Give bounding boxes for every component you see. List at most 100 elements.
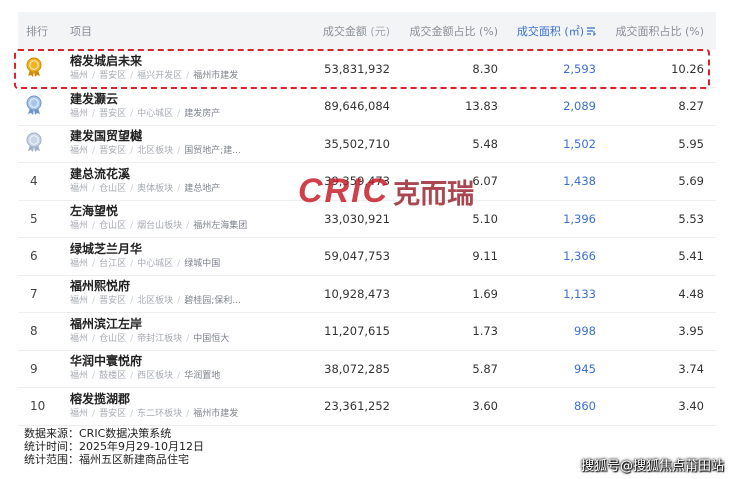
area-cell: 1,502 — [563, 136, 596, 151]
project-name[interactable]: 建发国贸望樾 — [70, 129, 286, 144]
header-area-share[interactable]: 成交面积占比 (%) — [608, 12, 716, 50]
table-row[interactable]: 建发灏云 福州 / 晋安区 / 中心城区 / 建发房产 89,646,084 13.83 2,089… — [18, 88, 716, 126]
amount-cell: 10,928,473 — [324, 286, 390, 301]
project-tags: 福州 / 台江区 / 中心城区 / 绿城中国 — [70, 258, 221, 269]
rank-cell: 7 — [18, 275, 64, 313]
rank-number: 10 — [30, 399, 46, 414]
tag-zone: 西区板块 — [137, 371, 174, 382]
header-amount-share[interactable]: 成交金额占比 (%) — [402, 12, 510, 50]
rank-cell: 9 — [18, 350, 64, 388]
header-area-label: 成交面积 (㎡) — [516, 25, 584, 38]
tag-city: 福州 — [70, 258, 89, 269]
tag-district: 晋安区 — [99, 296, 127, 307]
area-share-cell: 8.27 — [678, 99, 704, 114]
project-tags: 福州 / 晋安区 / 福兴开发区 / 福州市建发 — [70, 71, 239, 81]
tag-developer: 国贸地产;建... — [184, 146, 241, 157]
header-amount-unit: (元) — [370, 25, 390, 38]
tag-city: 福州 — [70, 371, 89, 382]
table-row[interactable]: 9 华润中寰悦府 福州 / 鼓楼区 / 西区板块 / 华润置地 38,072,285 5.87 945… — [18, 350, 716, 388]
tag-district: 晋安区 — [99, 71, 127, 81]
project-cell: 福州熙悦府 福州 / 晋安区 / 北区板块 / 碧桂园;保利... — [64, 275, 286, 313]
tag-zone: 中心城区 — [137, 258, 174, 269]
project-tags: 福州 / 晋安区 / 东二环板块 / 福州市建发 — [70, 408, 239, 419]
tag-developer: 福州左海集团 — [193, 221, 248, 232]
tag-district: 晋安区 — [99, 408, 127, 419]
tag-city: 福州 — [70, 108, 89, 119]
project-name[interactable]: 华润中寰悦府 — [70, 354, 286, 369]
area-share-cell: 5.53 — [678, 211, 704, 226]
amount-share-cell: 8.30 — [472, 61, 498, 76]
table-row[interactable]: 10 榕发揽湖郡 福州 / 晋安区 / 东二环板块 / 福州市建发 23,361,252 3.60 8… — [18, 388, 716, 426]
amount-cell: 59,047,753 — [324, 249, 390, 264]
project-tags: 福州 / 仓山区 / 烟台山板块 / 福州左海集团 — [70, 221, 248, 232]
rank-number: 4 — [30, 174, 38, 189]
tag-developer: 福州市建发 — [193, 408, 239, 419]
tag-city: 福州 — [70, 183, 89, 194]
table-row[interactable]: 8 福州滨江左岸 福州 / 仓山区 / 帝封江板块 / 中国恒大 11,207,615 1.73 99… — [18, 313, 716, 351]
amount-share-cell: 1.69 — [472, 286, 498, 301]
rank-cell: 10 — [18, 388, 64, 426]
rank-number: 5 — [30, 211, 38, 226]
area-share-cell: 5.41 — [678, 249, 704, 264]
footer-notes: 数据来源：CRIC数据决策系统 统计时间：2025年9月29-10月12日 统计… — [24, 427, 204, 466]
table-row[interactable]: 6 绿城芝兰月华 福州 / 台江区 / 中心城区 / 绿城中国 59,047,753 9.11 1,3… — [18, 238, 716, 276]
project-name[interactable]: 榕发揽湖郡 — [70, 392, 286, 407]
area-cell: 860 — [574, 399, 596, 414]
area-cell: 2,593 — [563, 61, 596, 76]
table-row[interactable]: 榕发城启未来 福州 / 晋安区 / 福兴开发区 / 福州市建发 53,831,932 8.30 2,… — [18, 50, 716, 88]
ranking-table-container: 排行 项目 成交金额 (元) 成交金额占比 (%) 成交面积 (㎡) 成交面积占… — [18, 12, 716, 426]
tag-city: 福州 — [70, 408, 89, 419]
tag-district: 仓山区 — [99, 183, 127, 194]
header-rank[interactable]: 排行 — [18, 12, 64, 50]
project-cell: 榕发揽湖郡 福州 / 晋安区 / 东二环板块 / 福州市建发 — [64, 388, 286, 426]
tag-district: 仓山区 — [99, 333, 127, 344]
rank-number: 6 — [30, 249, 38, 264]
table-row[interactable]: 建发国贸望樾 福州 / 晋安区 / 北区板块 / 国贸地产;建... 35,502,710 5.4… — [18, 125, 716, 163]
tag-city: 福州 — [70, 71, 89, 81]
rank-cell — [18, 88, 64, 126]
header-area[interactable]: 成交面积 (㎡) — [510, 12, 608, 50]
project-cell: 建总流花溪 福州 / 仓山区 / 奥体板块 / 建总地产 — [64, 163, 286, 201]
sort-desc-icon[interactable] — [586, 26, 596, 37]
project-name[interactable]: 福州熙悦府 — [70, 279, 286, 294]
table-row[interactable]: 7 福州熙悦府 福州 / 晋安区 / 北区板块 / 碧桂园;保利... 10,928,473 1.6… — [18, 275, 716, 313]
area-cell: 945 — [574, 361, 596, 376]
area-share-cell: 3.95 — [678, 324, 704, 339]
project-tags: 福州 / 晋安区 / 中心城区 / 建发房产 — [70, 108, 221, 119]
amount-cell: 89,646,084 — [324, 99, 390, 114]
area-cell: 1,438 — [563, 174, 596, 189]
amount-share-cell: 3.60 — [472, 399, 498, 414]
project-cell: 绿城芝兰月华 福州 / 台江区 / 中心城区 / 绿城中国 — [64, 238, 286, 276]
project-name[interactable]: 左海望悦 — [70, 204, 286, 219]
tag-district: 晋安区 — [99, 146, 127, 157]
amount-cell: 38,072,285 — [324, 361, 390, 376]
project-name[interactable]: 榕发城启未来 — [70, 54, 286, 69]
tag-developer: 福州市建发 — [193, 71, 239, 81]
project-cell: 建发国贸望樾 福州 / 晋安区 / 北区板块 / 国贸地产;建... — [64, 125, 286, 163]
project-name[interactable]: 绿城芝兰月华 — [70, 242, 286, 257]
project-name[interactable]: 建发灏云 — [70, 92, 286, 107]
footer-period: 统计时间：2025年9月29-10月12日 — [24, 440, 204, 453]
credit-label: 搜狐号@搜狐焦点莆田站 — [580, 459, 724, 474]
tag-developer: 建总地产 — [184, 183, 221, 194]
project-cell: 左海望悦福州 / 仓山区 / 烟台山板块 / 福州左海集团 — [64, 200, 286, 238]
rank-cell — [18, 125, 64, 163]
rank-cell: 4 — [18, 163, 64, 201]
ranking-table: 排行 项目 成交金额 (元) 成交金额占比 (%) 成交面积 (㎡) 成交面积占… — [18, 12, 716, 426]
area-share-cell: 5.69 — [678, 174, 704, 189]
tag-zone: 北区板块 — [137, 296, 174, 307]
project-tags: 福州 / 仓山区 / 帝封江板块 / 中国恒大 — [70, 333, 230, 344]
amount-share-cell: 5.48 — [472, 136, 498, 151]
tag-city: 福州 — [70, 296, 89, 307]
project-cell: 福州滨江左岸 福州 / 仓山区 / 帝封江板块 / 中国恒大 — [64, 313, 286, 351]
tag-district: 晋安区 — [99, 108, 127, 119]
tag-district: 鼓楼区 — [99, 371, 127, 382]
area-share-cell: 3.74 — [678, 361, 704, 376]
project-name[interactable]: 建总流花溪 — [70, 167, 286, 182]
tag-developer: 建发房产 — [184, 108, 221, 119]
header-project[interactable]: 项目 — [64, 12, 286, 50]
tag-zone: 烟台山板块 — [137, 221, 183, 232]
header-amount[interactable]: 成交金额 (元) — [286, 12, 402, 50]
project-name[interactable]: 福州滨江左岸 — [70, 317, 286, 332]
rank-cell: 8 — [18, 313, 64, 351]
